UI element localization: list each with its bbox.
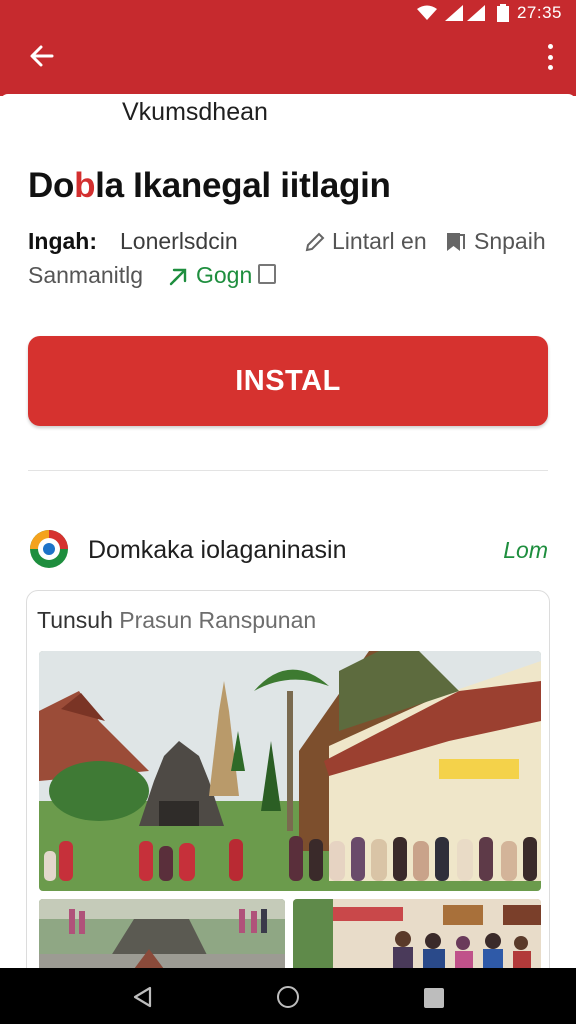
temple-scene-image [39, 651, 541, 891]
meta-action-link[interactable]: Lintarl en [304, 228, 427, 255]
meta-subtext: Sanmanitlg [28, 262, 144, 288]
nav-back-icon[interactable] [132, 986, 152, 1008]
status-bar: 27:35 [416, 2, 562, 24]
status-time: 27:35 [516, 3, 562, 22]
app-title: Dobla Ikanegal iitlagin [28, 166, 391, 206]
green-link[interactable]: Gogn [168, 262, 252, 289]
gallery-photo-main[interactable] [39, 651, 541, 891]
title-suffix: la Ikanegal iitlagin [95, 166, 391, 205]
nav-home-icon[interactable] [277, 986, 299, 1008]
meta-share-label: Snpaih [474, 228, 546, 254]
bookmark-icon [447, 232, 465, 251]
developer-link[interactable]: Lom [503, 537, 548, 564]
developer-logo-icon [30, 530, 68, 568]
nav-recents-icon[interactable] [424, 988, 444, 1008]
title-highlight: b [74, 166, 96, 205]
install-button[interactable]: INSTAL [28, 336, 548, 426]
meta-share-link[interactable]: Snpaih [444, 228, 546, 255]
title-prefix: Do [28, 166, 75, 205]
gallery-title: Tunsuh Prasun Ranspunan [37, 607, 316, 634]
meta-row: Ingah: Lonerlsdcin Lintarl en Snpaih [28, 228, 558, 258]
arrow-left-icon[interactable] [26, 40, 58, 72]
share-icon [169, 268, 187, 285]
gallery-title-light: Prasun Ranspunan [119, 607, 317, 633]
gallery-title-dark: Tunsuh [37, 607, 113, 633]
wifi-icon [416, 5, 437, 20]
more-vert-icon[interactable] [544, 44, 556, 70]
meta-subrow: Sanmanitlg Gogn [28, 262, 558, 292]
developer-name: Domkaka iolaganinasin [88, 536, 347, 564]
app-bar: 27:35 [0, 0, 576, 96]
meta-action-label: Lintarl en [332, 228, 427, 254]
checkbox-icon[interactable] [258, 264, 276, 284]
edit-icon [305, 232, 325, 251]
gallery-card: Tunsuh Prasun Ranspunan [26, 590, 550, 990]
signal-icon [444, 5, 485, 21]
green-link-label: Gogn [196, 262, 253, 288]
meta-label: Ingah: [28, 228, 97, 254]
divider [28, 470, 548, 471]
meta-value: Lonerlsdcin [120, 228, 238, 254]
battery-icon [496, 4, 509, 22]
app-subtitle: Vkumsdhean [122, 98, 268, 126]
